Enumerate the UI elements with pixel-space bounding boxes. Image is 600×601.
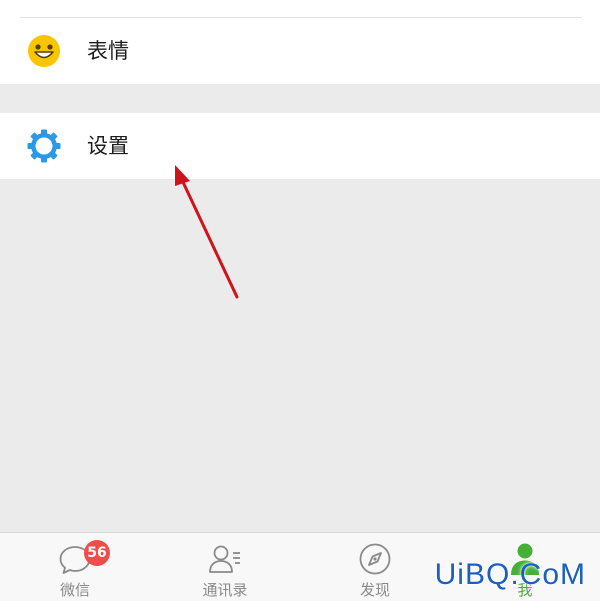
tab-contacts[interactable]: 通讯录 bbox=[150, 533, 300, 601]
unread-badge: 56 bbox=[84, 540, 110, 566]
watermark: UiBQ.CoM bbox=[434, 558, 586, 591]
tab-label: 通讯录 bbox=[202, 581, 248, 599]
tab-discover[interactable]: 发现 bbox=[300, 533, 450, 601]
menu-item-label: 表情 bbox=[87, 39, 129, 63]
tab-chats[interactable]: 56 微信 bbox=[0, 533, 150, 601]
menu-item-settings[interactable]: 设置 bbox=[0, 113, 600, 179]
tab-label: 微信 bbox=[59, 581, 90, 599]
annotation-arrow bbox=[175, 165, 239, 299]
tab-label: 发现 bbox=[359, 581, 390, 599]
menu-group-settings: 设置 bbox=[0, 113, 600, 179]
menu-group-top: 表情 bbox=[0, 0, 600, 84]
contacts-icon bbox=[209, 545, 240, 573]
gear-icon bbox=[27, 129, 61, 163]
menu-item-label: 设置 bbox=[87, 134, 129, 158]
smiley-icon bbox=[28, 35, 60, 67]
menu-item-emoji[interactable]: 表情 bbox=[0, 18, 600, 84]
compass-icon bbox=[359, 543, 391, 575]
